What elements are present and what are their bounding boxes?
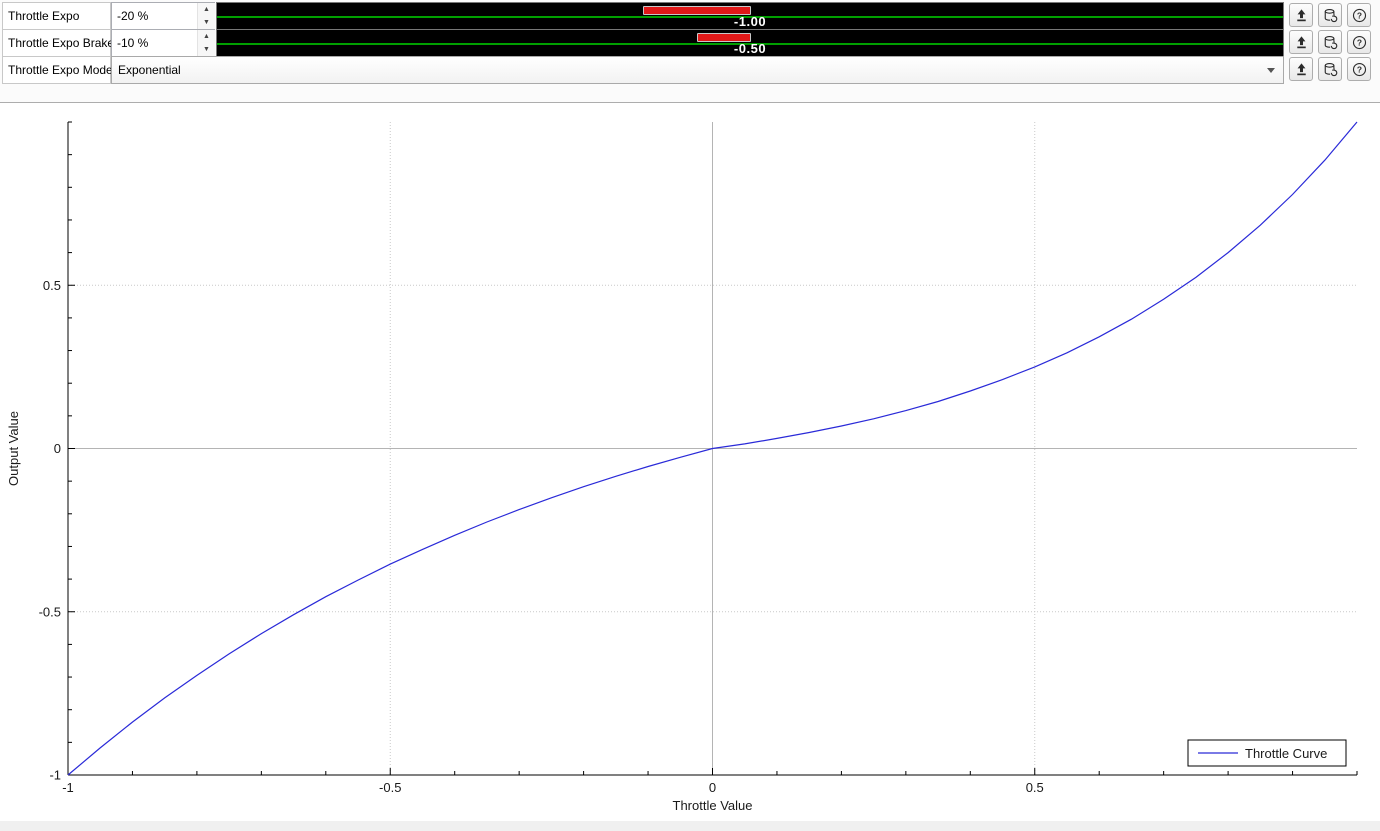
throttle-curve-chart: -1 -0.5 0 0.5 -1 -0.5 0 0.5 Throttle Value Output… [0, 103, 1380, 821]
database-revert-icon [1323, 8, 1338, 23]
throttle-expo-brake-slider[interactable]: -0.50 [216, 29, 1284, 57]
spin-buttons: ▲ ▼ [197, 30, 215, 56]
help-icon: ? [1352, 35, 1367, 50]
spin-up-button[interactable]: ▲ [198, 30, 215, 43]
y-tick-label: -1 [49, 768, 61, 783]
y-axis-label: Output Value [6, 411, 21, 486]
help-button[interactable]: ? [1347, 3, 1371, 27]
throttle-expo-brake-spin-value: -10 % [117, 36, 149, 50]
svg-text:?: ? [1356, 37, 1361, 47]
throttle-expo-brake-slider-value: -0.50 [733, 41, 767, 56]
spin-up-button[interactable]: ▲ [198, 3, 215, 16]
svg-text:?: ? [1356, 64, 1361, 74]
x-tick-label: 0.5 [1026, 780, 1044, 795]
throttle-expo-label: Throttle Expo [2, 2, 111, 30]
y-tick-label: -0.5 [39, 604, 61, 619]
y-tick-label: 0 [54, 441, 61, 456]
throttle-expo-spin-value: -20 % [117, 9, 149, 23]
spin-down-button[interactable]: ▼ [198, 43, 215, 56]
database-revert-button[interactable] [1318, 57, 1342, 81]
x-tick-label: -0.5 [379, 780, 401, 795]
database-revert-icon [1323, 35, 1338, 50]
x-tick-label: 0 [709, 780, 716, 795]
help-icon: ? [1352, 8, 1367, 23]
combobox-value: Exponential [118, 63, 181, 77]
upload-button[interactable] [1289, 57, 1313, 81]
database-revert-icon [1323, 62, 1338, 77]
throttle-expo-spinbox[interactable]: -20 % ▲ ▼ [111, 2, 215, 30]
svg-text:?: ? [1356, 10, 1361, 20]
spin-buttons: ▲ ▼ [197, 3, 215, 29]
database-revert-button[interactable] [1318, 30, 1342, 54]
throttle-expo-slider-value: -1.00 [733, 14, 767, 29]
database-revert-button[interactable] [1318, 3, 1342, 27]
upload-button[interactable] [1289, 3, 1313, 27]
throttle-expo-brake-label: Throttle Expo Brake [2, 29, 114, 57]
help-button[interactable]: ? [1347, 57, 1371, 81]
throttle-expo-mode-combobox[interactable]: Exponential [111, 56, 1284, 84]
throttle-expo-brake-spinbox[interactable]: -10 % ▲ ▼ [111, 29, 215, 57]
chart-legend: Throttle Curve [1187, 739, 1347, 767]
help-icon: ? [1352, 62, 1367, 77]
upload-icon [1294, 35, 1309, 50]
chevron-down-icon [1267, 68, 1275, 73]
help-button[interactable]: ? [1347, 30, 1371, 54]
x-axis-label: Throttle Value [673, 798, 753, 813]
settings-panel: Throttle Expo -20 % ▲ ▼ -1.00 Throttle E… [0, 0, 1380, 102]
throttle-expo-slider[interactable]: -1.00 [216, 2, 1284, 30]
upload-button[interactable] [1289, 30, 1313, 54]
legend-label: Throttle Curve [1245, 746, 1327, 761]
upload-icon [1294, 8, 1309, 23]
y-tick-label: 0.5 [43, 278, 61, 293]
x-tick-label: -1 [62, 780, 74, 795]
upload-icon [1294, 62, 1309, 77]
throttle-expo-mode-label: Throttle Expo Mode [2, 56, 113, 84]
spin-down-button[interactable]: ▼ [198, 16, 215, 29]
